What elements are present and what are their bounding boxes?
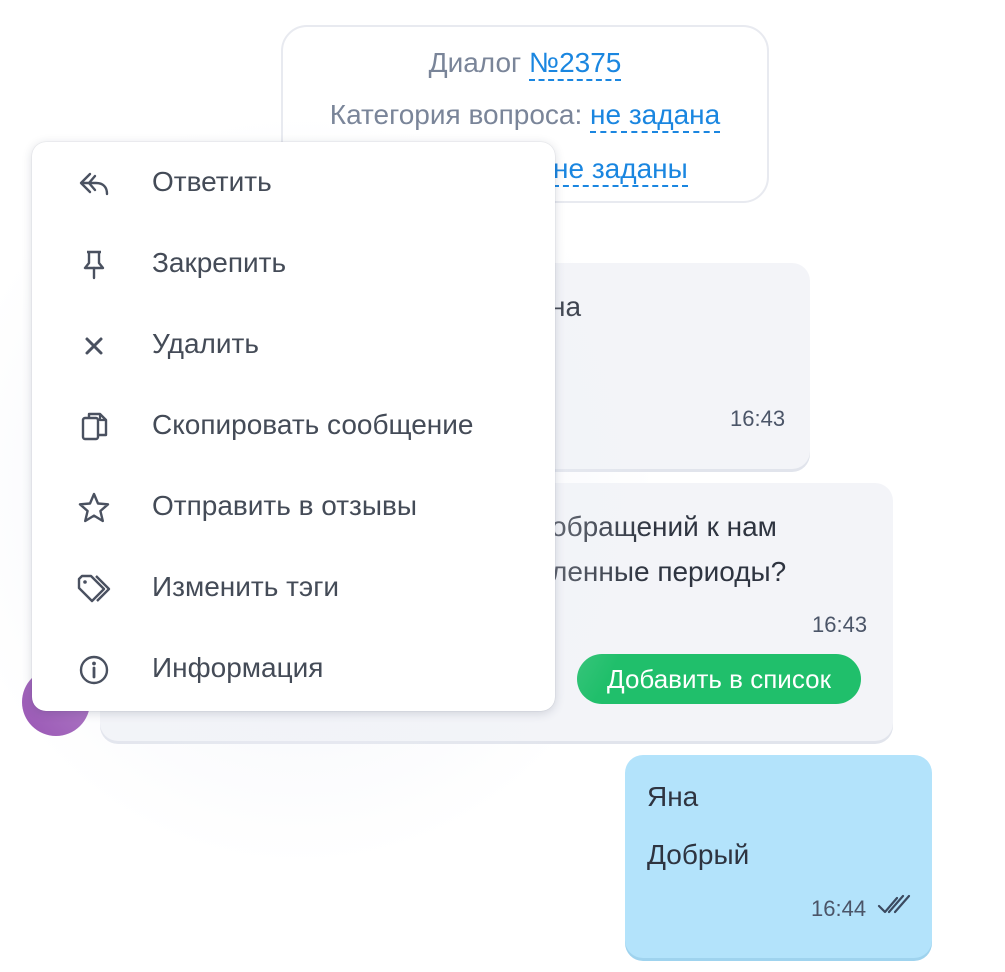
- copy-icon: [81, 412, 108, 441]
- category-label: Категория вопроса:: [329, 99, 583, 130]
- dialog-number-link[interactable]: №2375: [529, 47, 622, 81]
- category-line: Категория вопроса: не задана: [283, 99, 767, 133]
- tags-link[interactable]: не заданы: [553, 153, 688, 187]
- pin-icon: [83, 250, 105, 280]
- menu-item-copy[interactable]: Скопировать сообщение: [32, 387, 555, 467]
- menu-item-label: Закрепить: [152, 247, 287, 278]
- message-time: 16:43: [812, 612, 868, 637]
- message-text-line1: обращений к нам: [551, 511, 777, 542]
- message-text-line2: ленные периоды?: [551, 556, 787, 587]
- menu-item-label: Удалить: [152, 328, 259, 359]
- menu-item-label: Скопировать сообщение: [152, 409, 474, 440]
- message-time: 16:43: [730, 406, 786, 431]
- menu-item-label: Отправить в отзывы: [152, 490, 418, 521]
- dialog-label: Диалог: [428, 47, 522, 78]
- message-context-menu: Ответить Закрепить Удалить Скопировать с…: [32, 142, 555, 711]
- reply-icon: [79, 172, 109, 196]
- menu-item-edit-tags[interactable]: Изменить тэги: [32, 549, 555, 629]
- message-text: Добрый: [647, 839, 750, 870]
- menu-item-reply[interactable]: Ответить: [32, 144, 555, 224]
- menu-item-send-to-reviews[interactable]: Отправить в отзывы: [32, 468, 555, 548]
- menu-item-label: Изменить тэги: [152, 571, 340, 602]
- chat-stage: Диалог №2375 Категория вопроса: не задан…: [0, 0, 1005, 972]
- message-bubble[interactable]: на 16:43: [520, 263, 810, 469]
- dialog-number-line: Диалог №2375: [283, 47, 767, 81]
- close-icon: [85, 337, 103, 355]
- menu-item-label: Информация: [152, 652, 324, 683]
- star-icon: [78, 492, 110, 523]
- menu-item-label: Ответить: [152, 166, 272, 197]
- info-icon: [79, 655, 109, 685]
- tags-line: не заданы: [553, 153, 688, 187]
- own-message-bubble[interactable]: Яна Добрый 16:44: [625, 755, 932, 958]
- tags-icon: [77, 574, 111, 603]
- menu-item-delete[interactable]: Удалить: [32, 306, 555, 386]
- menu-item-pin[interactable]: Закрепить: [32, 225, 555, 305]
- category-link[interactable]: не задана: [590, 99, 721, 133]
- add-to-list-button[interactable]: Добавить в список: [577, 654, 861, 704]
- menu-item-info[interactable]: Информация: [32, 630, 555, 710]
- message-author: Яна: [647, 781, 699, 812]
- message-time: 16:44: [811, 896, 867, 921]
- double-check-icon: [877, 894, 911, 914]
